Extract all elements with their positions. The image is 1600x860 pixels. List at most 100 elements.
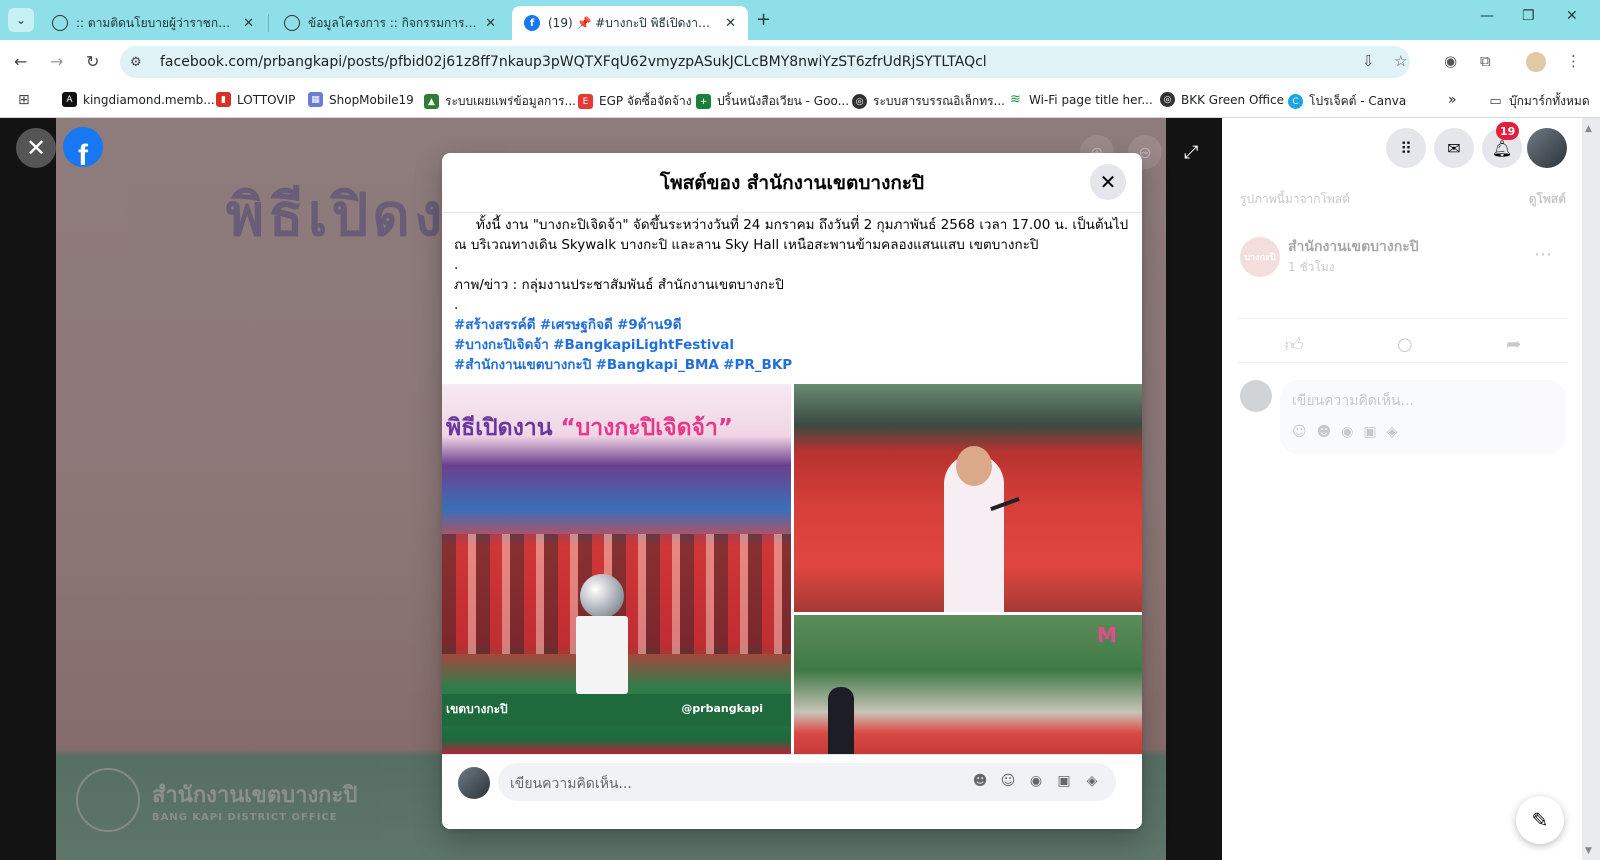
- bookmark-icon: +: [696, 94, 711, 109]
- comment-input[interactable]: เขียนความคิดเห็น... ☻ ☺ ◉ ▣ ◈: [498, 763, 1116, 801]
- bookmark-item[interactable]: ▮ LOTTOVIP: [216, 92, 295, 107]
- minimize-icon[interactable]: —: [1480, 8, 1494, 24]
- page-avatar[interactable]: บางกะปิ: [1240, 236, 1280, 277]
- tab-title: :: ตามติดนโยบายผู้ว่าราชการกรุงเทพ: [76, 15, 235, 30]
- messenger-button[interactable]: ✉: [1434, 128, 1474, 168]
- post-dot: .: [454, 257, 459, 273]
- camera-icon[interactable]: ◉: [1022, 773, 1050, 789]
- close-tab-icon[interactable]: ✕: [725, 16, 736, 31]
- tab-3-active[interactable]: f (19) 📌 #บางกะปิ พิธีเปิดงาน “บางก ✕: [512, 6, 748, 40]
- avatar-sticker-icon[interactable]: ☻: [966, 773, 994, 789]
- comment-icon[interactable]: ○: [1397, 334, 1413, 356]
- emoji-icon[interactable]: ☺: [994, 773, 1022, 789]
- account-avatar[interactable]: [1527, 128, 1567, 168]
- hashtag-link[interactable]: #สำนักงานเขตบางกะปิ: [454, 357, 591, 373]
- extensions-icon[interactable]: ⧉: [1480, 52, 1491, 70]
- globe-icon: [284, 15, 300, 31]
- close-dialog-button[interactable]: ✕: [1090, 164, 1126, 200]
- photo-footer-left: เขตบางกะปิ: [446, 702, 508, 716]
- notification-count-badge: 19: [1496, 122, 1520, 140]
- reload-icon[interactable]: ↻: [86, 52, 99, 71]
- hashtag-line: #สำนักงานเขตบางกะปิ #Bangkapi_BMA #PR_BK…: [454, 355, 1130, 375]
- facebook-logo[interactable]: f: [63, 127, 103, 167]
- bookmark-item[interactable]: ▦ ShopMobile19: [308, 92, 414, 107]
- url-text: facebook.com/prbangkapi/posts/pfbid02j61…: [160, 54, 987, 70]
- hashtag-link[interactable]: #บางกะปิเจิดจ้า: [454, 337, 549, 353]
- new-tab-icon[interactable]: +: [756, 9, 771, 30]
- forward-icon[interactable]: →: [50, 52, 63, 71]
- menu-dots-icon[interactable]: ⋮: [1566, 52, 1581, 70]
- bell-icon: 🔔︎: [1491, 138, 1513, 158]
- post-time[interactable]: 1 ชั่วโมง: [1288, 258, 1419, 277]
- menu-button[interactable]: ⠿: [1386, 128, 1426, 168]
- bookmark-item[interactable]: Akingdiamond.memb...: [62, 92, 215, 107]
- sticker-icon[interactable]: ◈: [1078, 773, 1106, 789]
- avatar: [458, 767, 490, 799]
- tab-1[interactable]: :: ตามติดนโยบายผู้ว่าราชการกรุงเทพ ✕: [40, 6, 266, 40]
- view-post-link[interactable]: ดูโพสต์: [1529, 190, 1566, 209]
- sidebar-comment-input[interactable]: เขียนความคิดเห็น... ☺☻◉▣◈: [1280, 380, 1566, 454]
- fullscreen-icon[interactable]: ⤢: [1184, 142, 1198, 163]
- browser-toolbar: ← → ↻ ⚙ facebook.com/prbangkapi/posts/pf…: [0, 40, 1600, 84]
- camera-icon[interactable]: ◉: [1444, 52, 1457, 70]
- page-name[interactable]: สำนักงานเขตบางกะปิ: [1288, 236, 1419, 258]
- hashtag-line: #บางกะปิเจิดจ้า #BangkapiLightFestival: [454, 335, 1130, 355]
- bookmark-item[interactable]: C โปรเจ็คต์ - Canva: [1288, 92, 1406, 111]
- facebook-icon: f: [78, 139, 88, 167]
- scroll-up-icon[interactable]: ▲: [1585, 124, 1592, 134]
- close-tab-icon[interactable]: ✕: [243, 16, 254, 31]
- bookmark-item[interactable]: ◎ ระบบสารบรรณอิเล็กทร...: [852, 92, 1005, 111]
- site-info-icon[interactable]: ⚙: [130, 55, 152, 70]
- post-paragraph: ทั้งนี้ งาน "บางกะปิเจิดจ้า" จัดขึ้นระหว…: [454, 217, 1129, 253]
- address-bar[interactable]: ⚙ facebook.com/prbangkapi/posts/pfbid02j…: [120, 46, 1410, 78]
- bookmark-item[interactable]: ▲ ระบบเผยแพร่ข้อมูลการ...: [424, 92, 576, 111]
- background-org-english: BANG KAPI DISTRICT OFFICE: [152, 812, 338, 823]
- bookmark-item[interactable]: + ปริ้นหนังสือเวียน - Goo...: [696, 92, 849, 111]
- post-credit: ภาพ/ข่าว : กลุ่มงานประชาสัมพันธ์ สำนักงา…: [454, 277, 784, 293]
- photo-source-row: รูปภาพนี้มาจากโพสต์ ดูโพสต์: [1240, 190, 1566, 209]
- hashtag-link[interactable]: #เศรษฐกิจดี: [540, 317, 613, 333]
- post-photo-speaker[interactable]: [794, 384, 1142, 612]
- dialog-header: โพสต์ของ สำนักงานเขตบางกะปิ ✕: [442, 153, 1142, 213]
- back-icon[interactable]: ←: [14, 52, 27, 71]
- apps-grid-icon[interactable]: ⊞: [18, 92, 30, 108]
- all-bookmarks-folder[interactable]: ▭ บุ๊กมาร์กทั้งหมด: [1488, 92, 1589, 111]
- post-photo-stage[interactable]: M: [794, 615, 1142, 754]
- tab-search-button[interactable]: ⌄: [8, 8, 34, 32]
- photo-grid: พิธีเปิดงาน “บางกะปิเจิดจ้า” เขตบางกะปิ …: [442, 384, 1142, 754]
- bookmark-star-icon[interactable]: ☆: [1394, 52, 1407, 70]
- bookmark-item[interactable]: ≋ Wi-Fi page title her...: [1008, 92, 1153, 107]
- hashtag-link[interactable]: #สร้างสรรค์ดี: [454, 317, 536, 333]
- bookmark-item[interactable]: ◎ BKK Green Office: [1160, 92, 1284, 107]
- ceremony-podium: [576, 616, 628, 694]
- chevron-down-icon: ⌄: [15, 13, 27, 27]
- close-tab-icon[interactable]: ✕: [485, 16, 496, 31]
- close-viewer-button[interactable]: ✕: [16, 128, 56, 168]
- new-message-button[interactable]: ✎: [1516, 796, 1564, 844]
- compose-icon: ✎: [1531, 808, 1549, 832]
- canva-icon: C: [1288, 94, 1303, 109]
- like-icon[interactable]: 👍︎: [1285, 334, 1304, 356]
- hashtag-link[interactable]: #9ด้าน9ดี: [617, 317, 681, 333]
- hashtag-link[interactable]: #BangkapiLightFestival: [553, 337, 734, 353]
- install-app-icon[interactable]: ⇩: [1362, 52, 1375, 70]
- bookmark-label: EGP จัดซื้อจัดจ้าง: [599, 94, 692, 108]
- restore-icon[interactable]: ❐: [1522, 8, 1535, 24]
- profile-avatar[interactable]: [1526, 52, 1546, 72]
- hashtag-link[interactable]: #PR_BKP: [723, 357, 792, 373]
- page-header: บางกะปิ สำนักงานเขตบางกะปิ 1 ชั่วโมง: [1240, 236, 1419, 277]
- scroll-down-icon[interactable]: ▼: [1585, 846, 1592, 856]
- bookmarks-overflow-icon[interactable]: »: [1448, 92, 1457, 108]
- more-options-icon[interactable]: ⋯: [1534, 244, 1552, 265]
- divider: [1238, 362, 1568, 363]
- comment-composer: เขียนความคิดเห็น... ☻ ☺ ◉ ▣ ◈: [442, 754, 1142, 829]
- tab-2[interactable]: ข้อมูลโครงการ :: กิจกรรมการมีส่วนร่ว ✕: [272, 6, 508, 40]
- gif-icon[interactable]: ▣: [1050, 773, 1078, 789]
- photo-footer-right: @prbangkapi: [681, 702, 763, 715]
- post-photo-ceremony[interactable]: พิธีเปิดงาน “บางกะปิเจิดจ้า” เขตบางกะปิ …: [442, 384, 791, 754]
- photos-from-post-label: รูปภาพนี้มาจากโพสต์: [1240, 192, 1350, 206]
- close-window-icon[interactable]: ✕: [1566, 8, 1578, 24]
- share-icon[interactable]: ➦: [1506, 334, 1521, 356]
- hashtag-link[interactable]: #Bangkapi_BMA: [596, 357, 719, 373]
- bookmark-item[interactable]: E EGP จัดซื้อจัดจ้าง: [578, 92, 692, 111]
